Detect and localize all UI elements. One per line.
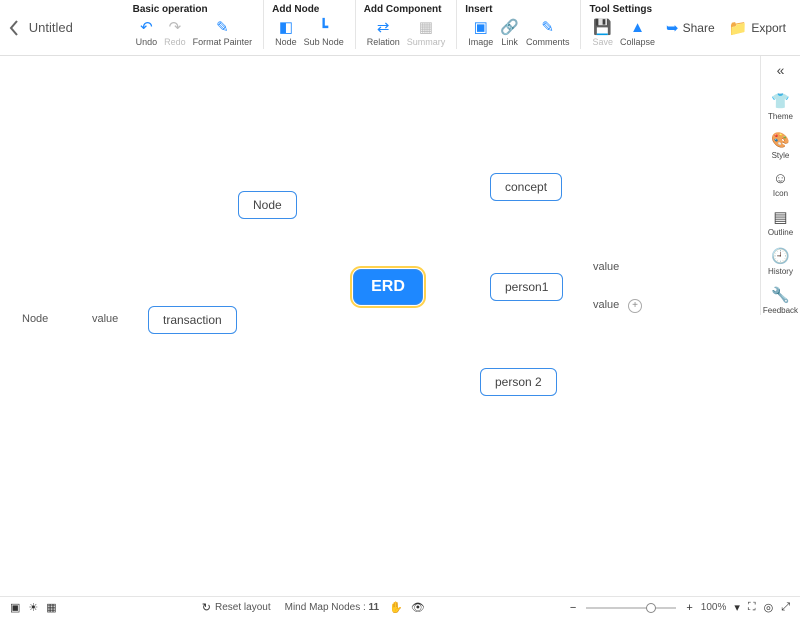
sidebar-history[interactable]: 🕘History — [768, 247, 793, 276]
undo-icon: ↶ — [140, 18, 153, 36]
leaf-value-2[interactable]: value — [593, 299, 619, 311]
preview-button[interactable]: 👁 — [411, 601, 425, 614]
sidebar-icon[interactable]: ☺Icon — [773, 170, 788, 198]
share-icon: ➥ — [666, 19, 679, 37]
sidebar-theme[interactable]: 👕Theme — [768, 92, 793, 121]
summary-button[interactable]: ▦Summary — [404, 18, 449, 47]
insert-image-button[interactable]: ▣Image — [465, 18, 496, 47]
document-title[interactable]: Untitled — [29, 0, 125, 56]
group-insert-title: Insert — [465, 4, 572, 15]
export-icon: 📁 — [729, 19, 748, 37]
redo-button[interactable]: ↷Redo — [161, 18, 189, 47]
view-mode-2[interactable]: ☀ — [28, 601, 38, 614]
subnode-icon: ┗ — [319, 18, 328, 36]
mindmap-canvas[interactable]: Node ERD transaction value Node concept … — [0, 56, 760, 596]
node-root-erd[interactable]: ERD — [353, 269, 423, 305]
reset-layout-button[interactable]: Reset layout — [215, 602, 271, 613]
icon-icon: ☺ — [773, 170, 788, 187]
back-button[interactable] — [0, 0, 29, 56]
add-node-button[interactable]: ◧Node — [272, 18, 300, 47]
add-subnode-button[interactable]: ┗Sub Node — [301, 18, 347, 47]
zoom-slider[interactable] — [586, 607, 676, 609]
reset-layout-icon: ↻ — [202, 601, 211, 614]
summary-icon: ▦ — [419, 18, 433, 36]
zoom-value: 100% — [701, 602, 727, 613]
format-painter-button[interactable]: ✎Format Painter — [190, 18, 256, 47]
undo-button[interactable]: ↶Undo — [133, 18, 161, 47]
redo-icon: ↷ — [169, 18, 182, 36]
collapse-icon: ▲ — [630, 18, 645, 36]
collapse-button[interactable]: ▲Collapse — [617, 18, 658, 47]
image-icon: ▣ — [474, 18, 488, 36]
right-sidebar: « 👕Theme 🎨Style ☺Icon ▤Outline 🕘History … — [760, 56, 800, 315]
view-mode-1[interactable]: ▣ — [10, 601, 20, 614]
node-person2[interactable]: person 2 — [480, 368, 557, 396]
link-icon: 🔗 — [500, 18, 519, 36]
theme-icon: 👕 — [771, 92, 790, 110]
insert-link-button[interactable]: 🔗Link — [497, 18, 522, 47]
zoom-out-button[interactable]: − — [570, 602, 576, 614]
fullscreen-button[interactable]: ⤢ — [781, 601, 790, 614]
fit-button[interactable]: ⛶ — [748, 601, 756, 614]
sidebar-feedback[interactable]: 🔧Feedback — [763, 286, 798, 315]
relation-button[interactable]: ⇄Relation — [364, 18, 403, 47]
save-button[interactable]: 💾Save — [589, 18, 616, 47]
locate-button[interactable]: ◎ — [764, 601, 774, 614]
node-person1[interactable]: person1 — [490, 273, 563, 301]
zoom-dropdown[interactable]: ▾ — [734, 601, 740, 614]
leaf-value-1[interactable]: value — [593, 261, 619, 273]
group-add-component-title: Add Component — [364, 4, 449, 15]
zoom-handle[interactable] — [646, 603, 656, 613]
node-concept[interactable]: concept — [490, 173, 562, 201]
history-icon: 🕘 — [771, 247, 790, 265]
insert-comments-button[interactable]: ✎Comments — [523, 18, 573, 47]
add-child-button[interactable]: + — [628, 299, 642, 313]
group-basic-title: Basic operation — [133, 4, 256, 15]
view-mode-3[interactable]: ▦ — [46, 601, 56, 614]
node-icon: ◧ — [279, 18, 293, 36]
edge-layer — [0, 56, 300, 206]
pan-tool-button[interactable]: ✋ — [389, 601, 403, 614]
nodes-count: 11 — [369, 602, 380, 613]
style-icon: 🎨 — [771, 131, 790, 149]
share-button[interactable]: ➥Share — [666, 19, 715, 37]
format-painter-icon: ✎ — [216, 18, 229, 36]
group-tool-settings-title: Tool Settings — [589, 4, 658, 15]
node-node[interactable]: Node — [238, 191, 297, 219]
nodes-label: Mind Map Nodes : — [285, 602, 366, 613]
save-icon: 💾 — [593, 18, 612, 36]
group-add-node-title: Add Node — [272, 4, 347, 15]
comments-icon: ✎ — [541, 18, 554, 36]
zoom-in-button[interactable]: + — [686, 602, 692, 614]
leaf-value-left[interactable]: value — [92, 313, 118, 325]
leaf-node-left[interactable]: Node — [22, 313, 48, 325]
outline-icon: ▤ — [773, 208, 787, 226]
feedback-icon: 🔧 — [771, 286, 790, 304]
relation-icon: ⇄ — [377, 18, 390, 36]
node-transaction[interactable]: transaction — [148, 306, 237, 334]
export-button[interactable]: 📁Export — [729, 19, 786, 37]
sidebar-outline[interactable]: ▤Outline — [768, 208, 793, 237]
sidebar-style[interactable]: 🎨Style — [771, 131, 790, 160]
sidebar-collapse-button[interactable]: « — [777, 62, 785, 78]
